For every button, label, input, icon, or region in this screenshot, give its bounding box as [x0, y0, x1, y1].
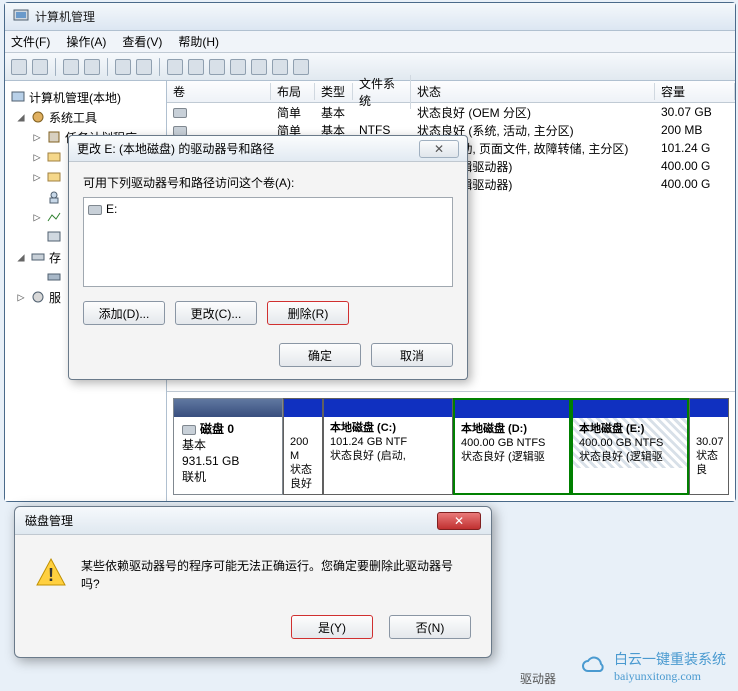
folder-icon — [46, 169, 62, 185]
app-icon — [13, 7, 29, 26]
perf-icon — [46, 209, 62, 225]
storage-icon — [30, 249, 46, 265]
menu-action[interactable]: 操作(A) — [66, 33, 106, 50]
partition[interactable]: 200 M状态良好 — [283, 398, 323, 495]
up-icon[interactable] — [63, 59, 79, 75]
props-icon[interactable] — [84, 59, 100, 75]
dialog-title: 更改 E: (本地磁盘) 的驱动器号和路径 — [77, 140, 274, 157]
confirm-titlebar[interactable]: 磁盘管理 ✕ — [15, 507, 491, 535]
forward-icon[interactable] — [32, 59, 48, 75]
partition-row: 200 M状态良好本地磁盘 (C:)101.24 GB NTF状态良好 (启动,… — [283, 398, 729, 495]
partition[interactable]: 30.07状态良 — [689, 398, 729, 495]
partition[interactable]: 本地磁盘 (D:)400.00 GB NTFS状态良好 (逻辑驱 — [453, 398, 571, 495]
titlebar[interactable]: 计算机管理 — [5, 3, 735, 31]
confirm-dialog: 磁盘管理 ✕ ! 某些依赖驱动器号的程序可能无法正确运行。您确定要删除此驱动器号… — [14, 506, 492, 658]
services-icon — [30, 289, 46, 305]
menubar: 文件(F) 操作(A) 查看(V) 帮助(H) — [5, 31, 735, 53]
confirm-title: 磁盘管理 — [25, 512, 73, 529]
disk-icon — [46, 269, 62, 285]
confirm-message: 某些依赖驱动器号的程序可能无法正确运行。您确定要删除此驱动器号吗? — [81, 557, 471, 593]
dialog-titlebar[interactable]: 更改 E: (本地磁盘) 的驱动器号和路径 ✕ — [69, 136, 467, 162]
partition[interactable]: 本地磁盘 (E:)400.00 GB NTFS状态良好 (逻辑驱 — [571, 398, 689, 495]
help-icon[interactable] — [293, 59, 309, 75]
disk-icon — [182, 425, 196, 435]
cloud-icon — [582, 655, 606, 679]
yes-button[interactable]: 是(Y) — [291, 615, 373, 639]
folder-icon — [46, 149, 62, 165]
menu-view[interactable]: 查看(V) — [122, 33, 162, 50]
remove-button[interactable]: 删除(R) — [267, 301, 349, 325]
col-status[interactable]: 状态 — [411, 83, 655, 100]
disk-info[interactable]: 磁盘 0 基本 931.51 GB 联机 — [173, 398, 283, 495]
list-icon[interactable] — [115, 59, 131, 75]
find-icon[interactable] — [272, 59, 288, 75]
drive-entry[interactable]: E: — [88, 202, 448, 216]
export-icon[interactable] — [188, 59, 204, 75]
volume-header: 卷 布局 类型 文件系统 状态 容量 — [167, 81, 735, 103]
del-icon[interactable] — [209, 59, 225, 75]
collapse-icon[interactable]: ◢ — [15, 250, 27, 264]
settings-icon[interactable] — [251, 59, 267, 75]
computer-icon — [10, 89, 26, 105]
close-button[interactable]: ✕ — [437, 512, 481, 530]
separator — [159, 58, 160, 76]
table-row[interactable]: 简单基本状态良好 (OEM 分区)30.07 GB — [167, 103, 735, 121]
window-title: 计算机管理 — [35, 8, 95, 25]
change-button[interactable]: 更改(C)... — [175, 301, 257, 325]
footer-driver-label: 驱动器 — [520, 670, 556, 687]
disk-map: 磁盘 0 基本 931.51 GB 联机 200 M状态良好本地磁盘 (C:)1… — [167, 391, 735, 501]
users-icon — [46, 189, 62, 205]
col-volume[interactable]: 卷 — [167, 83, 271, 100]
col-type[interactable]: 类型 — [315, 83, 353, 100]
col-capacity[interactable]: 容量 — [655, 83, 735, 100]
svg-text:!: ! — [48, 565, 54, 585]
drive-letter-dialog: 更改 E: (本地磁盘) 的驱动器号和路径 ✕ 可用下列驱动器号和路径访问这个卷… — [68, 135, 468, 380]
cancel-button[interactable]: 取消 — [371, 343, 453, 367]
drive-listbox[interactable]: E: — [83, 197, 453, 287]
tree-system-tools[interactable]: ◢ 系统工具 — [5, 107, 166, 127]
separator — [107, 58, 108, 76]
expand-icon[interactable]: ▷ — [15, 290, 27, 304]
expand-icon[interactable]: ▷ — [31, 130, 43, 144]
dialog-prompt: 可用下列驱动器号和路径访问这个卷(A): — [83, 174, 453, 191]
tools-icon — [30, 109, 46, 125]
collapse-icon[interactable]: ◢ — [15, 110, 27, 124]
add-button[interactable]: 添加(D)... — [83, 301, 165, 325]
drive-icon — [88, 205, 102, 215]
partition[interactable]: 本地磁盘 (C:)101.24 GB NTF状态良好 (启动, — [323, 398, 453, 495]
refresh-icon[interactable] — [167, 59, 183, 75]
menu-help[interactable]: 帮助(H) — [178, 33, 219, 50]
close-button[interactable]: ✕ — [419, 140, 459, 158]
back-icon[interactable] — [11, 59, 27, 75]
col-layout[interactable]: 布局 — [271, 83, 315, 100]
menu-file[interactable]: 文件(F) — [11, 33, 50, 50]
undo-icon[interactable] — [230, 59, 246, 75]
watermark: 白云一键重装系统 baiyunxitong.com — [582, 649, 726, 685]
device-icon — [46, 229, 62, 245]
task-icon — [46, 129, 62, 145]
ok-button[interactable]: 确定 — [279, 343, 361, 367]
tree-root[interactable]: 计算机管理(本地) — [5, 87, 166, 107]
warning-icon: ! — [35, 557, 67, 589]
separator — [55, 58, 56, 76]
detail-icon[interactable] — [136, 59, 152, 75]
no-button[interactable]: 否(N) — [389, 615, 471, 639]
